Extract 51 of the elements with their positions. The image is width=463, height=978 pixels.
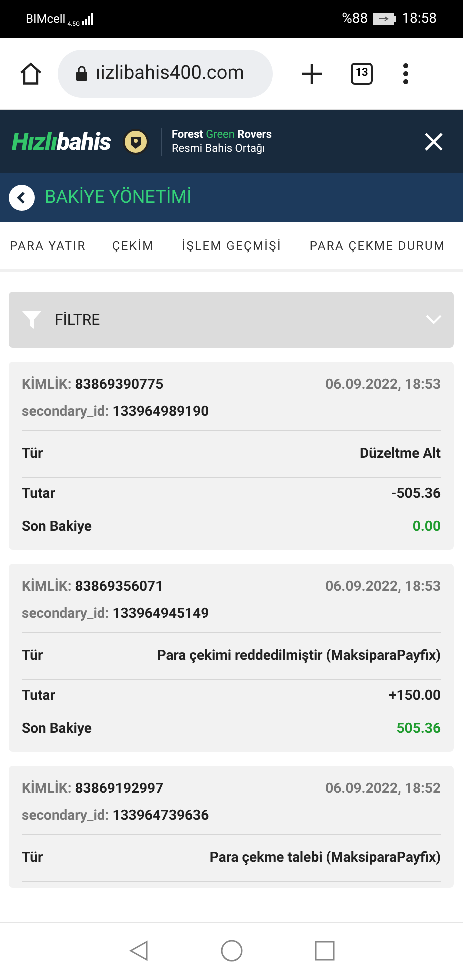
more-menu-icon[interactable] (403, 62, 409, 84)
filter-bar[interactable]: FİLTRE (9, 292, 454, 348)
home-nav-icon[interactable] (220, 940, 242, 962)
sponsor-subtitle: Resmi Bahis Ortağı (172, 142, 266, 156)
row-label: Tür (22, 444, 44, 464)
battery-percent: %88 (342, 10, 368, 28)
page-title: BAKİYE YÖNETİMİ (45, 186, 192, 210)
home-icon[interactable] (18, 60, 44, 86)
signal-icon (82, 13, 94, 25)
back-nav-icon[interactable] (128, 940, 148, 962)
transaction-id: KİMLİK: 83869192997 (22, 780, 164, 798)
site-logo[interactable]: Hızlıbahis (12, 124, 111, 160)
new-tab-icon[interactable] (301, 62, 323, 84)
club-crest-icon (122, 128, 149, 154)
row-label: Tür (22, 646, 44, 666)
transaction-id: KİMLİK: 83869390775 (22, 376, 164, 394)
tab[interactable]: PARA ÇEKME DURUM (310, 222, 446, 269)
sponsor-title: Forest Green Rovers (172, 128, 272, 142)
secondary-id: secondary_id: 133964945149 (22, 605, 210, 624)
tab[interactable]: ÇEKİM (112, 222, 154, 269)
row-value: Para çekme talebi (MaksiparaPayfix) (210, 848, 441, 868)
row-label: Son Bakiye (22, 518, 92, 537)
filter-icon (21, 309, 43, 331)
row-value: Para çekimi reddedilmiştir (MaksiparaPayfix) (157, 646, 441, 666)
secondary-id: secondary_id: 133964989190 (22, 403, 210, 422)
tab[interactable]: PARA YATIR (10, 222, 86, 269)
transaction-date: 06.09.2022, 18:52 (326, 780, 441, 798)
close-icon[interactable] (425, 132, 443, 150)
carrier-name: BIMcell (26, 11, 66, 28)
lock-icon (76, 66, 88, 81)
back-icon[interactable] (9, 184, 35, 210)
transaction-id: KİMLİK: 83869356071 (22, 578, 164, 596)
row-label: Tür (22, 848, 44, 868)
tab-count-button[interactable]: 13 (351, 62, 373, 84)
battery-icon (373, 13, 398, 25)
row-value: -505.36 (391, 485, 441, 504)
transaction-date: 06.09.2022, 18:53 (326, 578, 441, 596)
chevron-icon (426, 315, 442, 325)
row-label: Son Bakiye (22, 720, 92, 739)
secondary-id: secondary_id: 133964739636 (22, 807, 210, 826)
url-text: ıizlibahis400.com (96, 60, 244, 86)
recent-apps-icon[interactable] (314, 940, 334, 960)
clock-time: 18:58 (402, 10, 437, 28)
address-bar[interactable]: ıizlibahis400.com (58, 50, 273, 98)
row-label: Tutar (22, 485, 56, 504)
transaction-date: 06.09.2022, 18:53 (326, 376, 441, 394)
row-value: 505.36 (396, 720, 441, 739)
row-label: Tutar (22, 687, 56, 706)
row-value: Düzeltme Alt (360, 444, 441, 464)
row-value: +150.00 (389, 687, 441, 706)
row-value: 0.00 (412, 518, 441, 537)
